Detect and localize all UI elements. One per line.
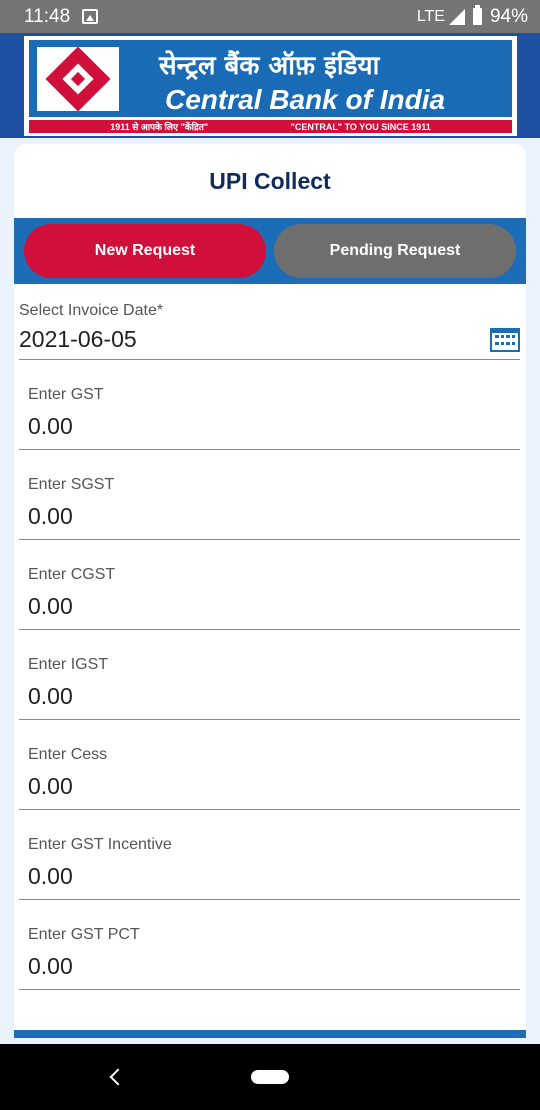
invoice-date-value: 2021-06-05 bbox=[19, 326, 137, 352]
gst-pct-field: Enter GST PCT 0.00 bbox=[14, 900, 526, 990]
page-title: UPI Collect bbox=[209, 167, 331, 194]
status-right: LTE 94% bbox=[416, 5, 528, 28]
bank-banner: सेन्ट्रल बैंक ऑफ़ इंडिया Central Bank of… bbox=[24, 36, 517, 136]
cgst-field: Enter CGST 0.00 bbox=[14, 540, 526, 630]
signal-icon bbox=[448, 8, 465, 25]
cgst-label: Enter CGST bbox=[28, 566, 116, 583]
bank-tagline-strip: 1911 से आपके लिए "केंद्रित" "CENTRAL" TO… bbox=[29, 120, 512, 133]
igst-field: Enter IGST 0.00 bbox=[14, 630, 526, 720]
igst-label: Enter IGST bbox=[28, 656, 109, 673]
battery-icon bbox=[472, 5, 482, 25]
image-notification-icon bbox=[82, 9, 99, 24]
gst-input[interactable]: 0.00 bbox=[19, 404, 520, 450]
bank-name-english: Central Bank of India bbox=[165, 84, 446, 115]
tab-new-request[interactable]: New Request bbox=[24, 224, 266, 278]
network-type: LTE bbox=[416, 7, 445, 25]
cess-field: Enter Cess 0.00 bbox=[14, 720, 526, 810]
calendar-icon[interactable] bbox=[490, 327, 520, 352]
status-bar: 11:48 LTE 94% bbox=[0, 0, 540, 33]
gst-field: Enter GST 0.00 bbox=[14, 360, 526, 450]
system-nav-bar bbox=[0, 1044, 540, 1110]
home-icon[interactable] bbox=[251, 1070, 289, 1084]
sgst-label: Enter SGST bbox=[28, 476, 115, 493]
battery-percent: 94% bbox=[489, 5, 528, 27]
cess-label: Enter Cess bbox=[28, 746, 108, 763]
banner-blue-panel: सेन्ट्रल बैंक ऑफ़ इंडिया Central Bank of… bbox=[29, 40, 512, 117]
gst-incentive-field: Enter GST Incentive 0.00 bbox=[14, 810, 526, 900]
tagline-english: "CENTRAL" TO YOU SINCE 1911 bbox=[290, 121, 431, 132]
bank-logo-icon bbox=[45, 46, 111, 112]
app-header: सेन्ट्रल बैंक ऑफ़ इंडिया Central Bank of… bbox=[0, 33, 540, 138]
bank-logo bbox=[34, 44, 122, 114]
back-icon[interactable] bbox=[109, 1068, 127, 1086]
tab-pending-request[interactable]: Pending Request bbox=[274, 224, 516, 278]
status-time: 11:48 bbox=[24, 5, 71, 27]
gst-label: Enter GST bbox=[28, 386, 104, 403]
sgst-input[interactable]: 0.00 bbox=[19, 494, 520, 540]
request-tabs: New Request Pending Request bbox=[14, 218, 526, 284]
tagline-hindi: 1911 से आपके लिए "केंद्रित" bbox=[110, 122, 209, 132]
invoice-date-label: Select Invoice Date* bbox=[19, 302, 164, 319]
card-bottom-strip bbox=[14, 1030, 526, 1038]
gst-pct-label: Enter GST PCT bbox=[28, 926, 140, 943]
cgst-input[interactable]: 0.00 bbox=[19, 584, 520, 630]
invoice-date-field: Select Invoice Date* 2021-06-05 bbox=[14, 284, 526, 360]
igst-input[interactable]: 0.00 bbox=[19, 674, 520, 720]
upi-collect-card: UPI Collect New Request Pending Request … bbox=[14, 144, 526, 1038]
gst-incentive-label: Enter GST Incentive bbox=[28, 836, 172, 853]
cess-input[interactable]: 0.00 bbox=[19, 764, 520, 810]
bank-name-hindi: सेन्ट्रल बैंक ऑफ़ इंडिया bbox=[159, 51, 380, 81]
sgst-field: Enter SGST 0.00 bbox=[14, 450, 526, 540]
gst-incentive-input[interactable]: 0.00 bbox=[19, 854, 520, 900]
invoice-date-input[interactable]: 2021-06-05 bbox=[19, 320, 520, 360]
gst-pct-input[interactable]: 0.00 bbox=[19, 944, 520, 990]
